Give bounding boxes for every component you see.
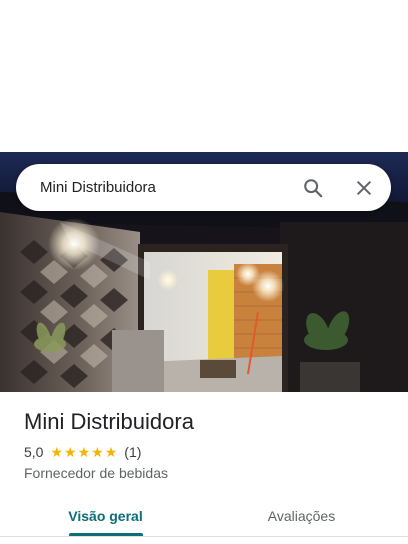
tab-reviews[interactable]: Avaliações xyxy=(230,496,373,536)
star-icon: ★ xyxy=(91,444,104,460)
place-name: Mini Distribuidora xyxy=(24,409,194,434)
star-icon: ★ xyxy=(64,444,77,460)
star-icon: ★ xyxy=(50,444,64,460)
tab-overview[interactable]: Visão geral xyxy=(34,496,177,536)
rating-row[interactable]: 5,0 ★ ★ ★ ★ ★ (1) xyxy=(24,444,141,460)
star-icon: ★ xyxy=(104,444,118,460)
place-category[interactable]: Fornecedor de bebidas xyxy=(24,465,168,481)
rating-stars: ★ ★ ★ ★ ★ xyxy=(50,445,118,459)
review-count[interactable]: (1) xyxy=(124,444,141,460)
map-blank-area xyxy=(0,0,408,152)
search-input[interactable]: Mini Distribuidora xyxy=(16,179,293,196)
close-icon xyxy=(357,180,371,195)
star-icon: ★ xyxy=(77,444,91,460)
search-icon xyxy=(304,178,323,197)
clear-search-button[interactable] xyxy=(344,168,384,208)
rating-value: 5,0 xyxy=(24,444,44,460)
place-tabs: Visão geral Avaliações xyxy=(0,496,408,536)
search-button[interactable] xyxy=(293,168,333,208)
tabs-divider xyxy=(0,536,408,537)
search-bar[interactable]: Mini Distribuidora xyxy=(16,164,391,211)
